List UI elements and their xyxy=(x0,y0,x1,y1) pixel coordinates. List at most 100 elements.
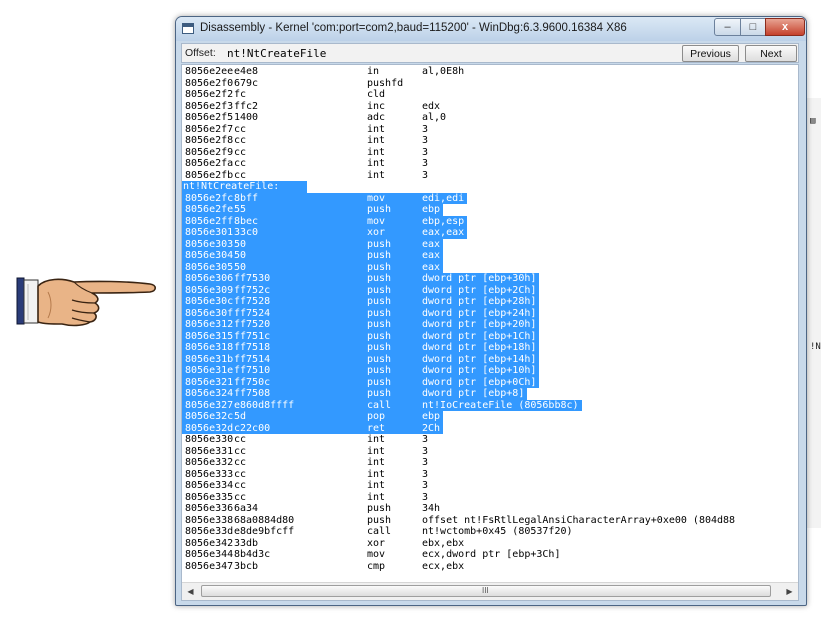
operands: edx xyxy=(422,100,441,112)
address: 8056e2fc xyxy=(185,192,234,204)
mnemonic: push xyxy=(367,307,392,319)
disassembly-row[interactable]: 8056e342 33db xor ebx,ebx xyxy=(182,538,798,550)
disassembly-row[interactable]: 8056e324 ff7508 push dword ptr [ebp+8] xyxy=(182,388,527,400)
disassembly-row[interactable]: 8056e2fa cc int 3 xyxy=(182,158,798,170)
disassembly-row[interactable]: 8056e312 ff7520 push dword ptr [ebp+20h] xyxy=(182,319,539,331)
address: 8056e33d xyxy=(185,526,234,537)
title-bar[interactable]: Disassembly - Kernel 'com:port=com2,baud… xyxy=(176,17,806,41)
operands: 3 xyxy=(422,491,429,503)
close-button[interactable]: x xyxy=(765,18,805,36)
scroll-left-icon[interactable]: ◀ xyxy=(182,583,199,600)
opcode-bytes: ff7528 xyxy=(234,296,271,307)
operands: 3 xyxy=(422,135,429,146)
operands: 3 xyxy=(422,480,429,491)
mnemonic: push xyxy=(367,319,392,330)
operands: 3 xyxy=(422,434,429,445)
disassembly-row[interactable]: 8056e321 ff750c push dword ptr [ebp+0Ch] xyxy=(182,376,539,388)
address: 8056e31b xyxy=(185,353,234,365)
disassembly-row[interactable]: 8056e30c ff7528 push dword ptr [ebp+28h] xyxy=(182,296,539,308)
address: 8056e342 xyxy=(185,537,234,549)
disassembly-row[interactable]: 8056e2f7 cc int 3 xyxy=(182,124,798,136)
horizontal-scrollbar[interactable]: ◀ III ▶ xyxy=(182,582,798,600)
opcode-bytes: c22c00 xyxy=(234,422,271,434)
operands: 2Ch xyxy=(422,422,441,434)
offset-input[interactable] xyxy=(227,46,677,61)
offset-bar: Offset: Previous Next xyxy=(181,43,799,63)
disassembly-row[interactable]: 8056e30f ff7524 push dword ptr [ebp+24h] xyxy=(182,307,539,319)
mnemonic: pop xyxy=(367,411,386,422)
mnemonic: push xyxy=(367,353,392,365)
operands: dword ptr [ebp+0Ch] xyxy=(422,376,537,388)
address: 8056e309 xyxy=(185,284,234,296)
mnemonic: mov xyxy=(367,549,386,560)
opcode-bytes: fc xyxy=(234,89,247,100)
mnemonic: call xyxy=(367,399,392,411)
disassembly-row[interactable]: 8056e309 ff752c push dword ptr [ebp+2Ch] xyxy=(182,284,539,296)
opcode-bytes: ffc2 xyxy=(234,100,259,112)
mnemonic: int xyxy=(367,480,386,491)
address: 8056e2f7 xyxy=(185,123,234,135)
mnemonic: push xyxy=(367,365,392,376)
mnemonic: push xyxy=(367,273,392,284)
opcode-bytes: 679c xyxy=(234,77,259,89)
disassembly-row[interactable]: 8056e331 cc int 3 xyxy=(182,446,798,458)
disassembly-row[interactable]: 8056e334 cc int 3 xyxy=(182,480,798,492)
disassembly-row[interactable]: 8056e336 6a34 push 34h xyxy=(182,503,798,515)
disassembly-row[interactable]: 8056e306 ff7530 push dword ptr [ebp+30h] xyxy=(182,273,539,285)
disassembly-row[interactable]: 8056e338 68a0884d80 push offset nt!FsRtlLeg… xyxy=(182,515,798,527)
opcode-bytes: 33db xyxy=(234,537,259,549)
disassembly-row[interactable]: 8056e32c 5d pop ebp xyxy=(182,411,443,423)
next-button[interactable]: Next xyxy=(745,45,797,62)
address: 8056e2fb xyxy=(185,169,234,181)
function-label-row[interactable]: nt!NtCreateFile: xyxy=(182,181,307,193)
disassembly-row[interactable]: 8056e2ff 8bec mov ebp,esp xyxy=(182,215,467,227)
disassembly-row[interactable]: 8056e330 cc int 3 xyxy=(182,434,798,446)
disassembly-row[interactable]: 8056e327 e860d8ffff call nt!IoCreateFile (8… xyxy=(182,399,582,411)
disassembly-row[interactable]: 8056e303 50 push eax xyxy=(182,238,443,250)
disassembly-row[interactable]: 8056e32d c22c00 ret 2Ch xyxy=(182,422,443,434)
disassembly-row[interactable]: 8056e31e ff7510 push dword ptr [ebp+10h] xyxy=(182,365,539,377)
disassembly-row[interactable]: 8056e315 ff751c push dword ptr [ebp+1Ch] xyxy=(182,330,539,342)
disassembly-row[interactable]: 8056e333 cc int 3 xyxy=(182,469,798,481)
disassembly-row[interactable]: 8056e2fc 8bff mov edi,edi xyxy=(182,192,467,204)
minimize-button[interactable]: – xyxy=(714,18,741,36)
disassembly-row[interactable]: 8056e2ee e4e8 in al,0E8h xyxy=(182,66,798,78)
disassembly-row[interactable]: 8056e2f9 cc int 3 xyxy=(182,147,798,159)
disassembly-row[interactable]: 8056e2fe 55 push ebp xyxy=(182,204,443,216)
disassembly-row[interactable]: 8056e2f3 ffc2 inc edx xyxy=(182,101,798,113)
app-window-icon xyxy=(182,23,194,34)
address: 8056e2fe xyxy=(185,204,234,215)
disassembly-row[interactable]: 8056e2f0 679c pushfd xyxy=(182,78,798,90)
disassembly-row[interactable]: 8056e2fb cc int 3 xyxy=(182,170,798,182)
mnemonic: in xyxy=(367,66,380,77)
disassembly-row[interactable]: 8056e301 33c0 xor eax,eax xyxy=(182,227,467,239)
disassembly-row[interactable]: 8056e305 50 push eax xyxy=(182,261,443,273)
disassembly-row[interactable]: 8056e318 ff7518 push dword ptr [ebp+18h] xyxy=(182,342,539,354)
disassembly-row[interactable]: 8056e2f8 cc int 3 xyxy=(182,135,798,147)
disassembly-listing[interactable]: 8056e2ee e4e8 in al,0E8h 8056e2f0 679c pushfd 8… xyxy=(181,64,799,601)
disassembly-row[interactable]: 8056e347 3bcb cmp ecx,ebx xyxy=(182,561,798,573)
mnemonic: int xyxy=(367,468,386,480)
address: 8056e331 xyxy=(185,445,234,457)
mnemonic: mov xyxy=(367,192,386,204)
disassembly-lines[interactable]: 8056e2ee e4e8 in al,0E8h 8056e2f0 679c pushfd 8… xyxy=(182,66,798,582)
scroll-right-icon[interactable]: ▶ xyxy=(781,583,798,600)
disassembly-row[interactable]: 8056e31b ff7514 push dword ptr [ebp+14h] xyxy=(182,353,539,365)
disassembly-row[interactable]: 8056e33d e8de9bfcff call nt!wctomb+0x45 (80… xyxy=(182,526,798,538)
operands: dword ptr [ebp+30h] xyxy=(422,273,537,284)
opcode-bytes: 8bff xyxy=(234,192,259,204)
mnemonic: mov xyxy=(367,215,386,227)
disassembly-row[interactable]: 8056e335 cc int 3 xyxy=(182,492,798,504)
opcode-bytes: ff7520 xyxy=(234,319,271,330)
scrollbar-thumb[interactable]: III xyxy=(201,585,771,597)
disassembly-row[interactable]: 8056e344 8b4d3c mov ecx,dword ptr [ebp+3Ch] xyxy=(182,549,798,561)
opcode-bytes: cc xyxy=(234,123,247,135)
address: 8056e315 xyxy=(185,330,234,342)
maximize-button[interactable]: □ xyxy=(740,18,766,36)
operands: dword ptr [ebp+10h] xyxy=(422,365,537,376)
disassembly-row[interactable]: 8056e332 cc int 3 xyxy=(182,457,798,469)
previous-button[interactable]: Previous xyxy=(682,45,739,62)
disassembly-row[interactable]: 8056e2f5 1400 adc al,0 xyxy=(182,112,798,124)
disassembly-row[interactable]: 8056e2f2 fc cld xyxy=(182,89,798,101)
disassembly-row[interactable]: 8056e304 50 push eax xyxy=(182,250,443,262)
